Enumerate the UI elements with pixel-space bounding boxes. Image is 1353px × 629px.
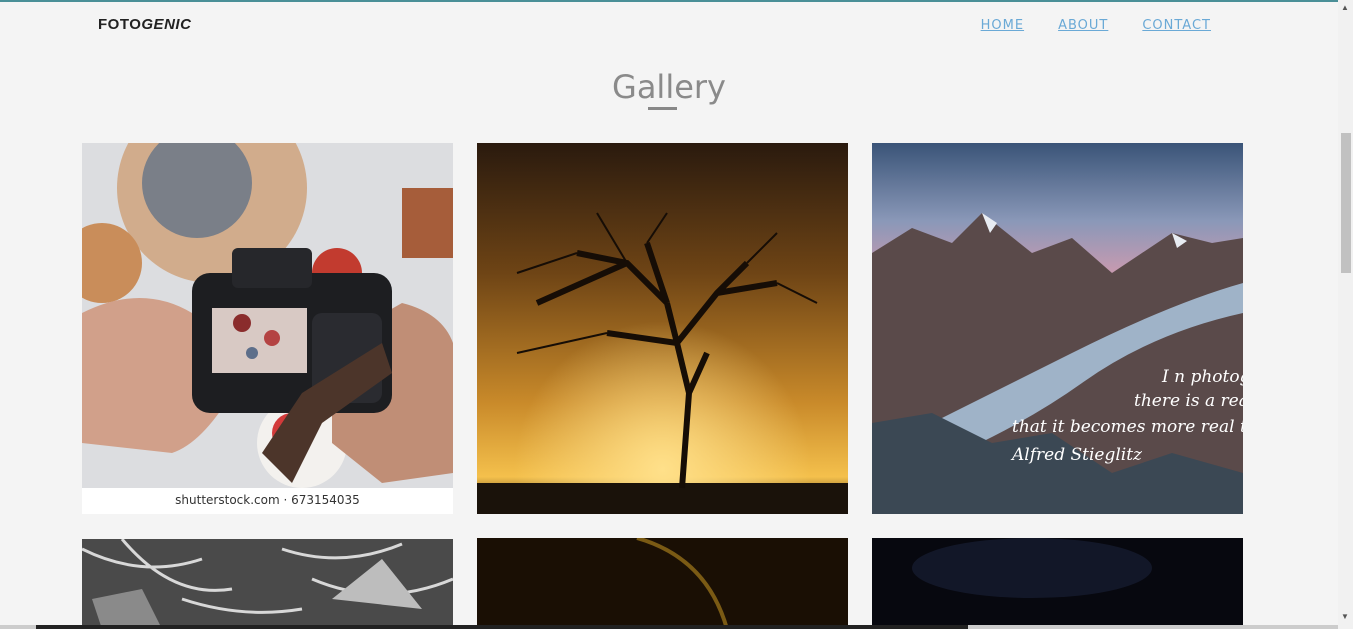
page-title: Gallery — [612, 68, 726, 106]
quote-line-4: Alfred Stieglitz — [1012, 445, 1142, 465]
image-caption: shutterstock.com · 673154035 — [82, 488, 453, 514]
gallery-image-tree-sunset[interactable] — [477, 143, 848, 514]
gallery-image-glacier[interactable]: I n photog there is a realit that it bec… — [872, 143, 1243, 514]
vertical-scroll-thumb[interactable] — [1341, 133, 1351, 273]
gallery-image-dark-arc[interactable] — [477, 538, 848, 629]
title-underline — [648, 107, 677, 110]
nav-links: HOME ABOUT CONTACT — [981, 18, 1211, 33]
nav-contact-link[interactable]: CONTACT — [1142, 18, 1211, 33]
quote-line-3: that it becomes more real than re — [1012, 417, 1243, 437]
nav-about-link[interactable]: ABOUT — [1058, 18, 1108, 33]
vertical-scrollbar[interactable]: ▲ ▼ — [1338, 0, 1353, 629]
ferns-photo — [82, 539, 453, 629]
scroll-up-arrow-icon[interactable]: ▲ — [1341, 3, 1349, 12]
night-sky-photo — [872, 538, 1243, 629]
scroll-down-arrow-icon[interactable]: ▼ — [1341, 612, 1349, 621]
horizontal-scroll-thumb[interactable] — [36, 625, 968, 629]
nav-home-link[interactable]: HOME — [981, 18, 1024, 33]
brand-logo[interactable]: FOTOGENIC — [98, 16, 191, 33]
horizontal-scrollbar[interactable] — [0, 625, 1338, 629]
gallery-image-camera[interactable]: shutterstock.com · 673154035 — [82, 143, 453, 514]
navbar: FOTOGENIC HOME ABOUT CONTACT — [0, 2, 1338, 50]
gallery-image-night-sky[interactable] — [872, 538, 1243, 629]
dark-arc-photo — [477, 538, 848, 629]
tree-sunset-photo — [477, 143, 848, 514]
camera-photo — [82, 143, 453, 514]
quote-line-2: there is a realit — [1134, 391, 1243, 411]
gallery-image-ferns[interactable] — [82, 539, 453, 629]
brand-part1: FOTO — [98, 16, 142, 33]
quote-line-1: I n photog — [1162, 367, 1243, 387]
brand-part2: GENIC — [141, 16, 192, 33]
